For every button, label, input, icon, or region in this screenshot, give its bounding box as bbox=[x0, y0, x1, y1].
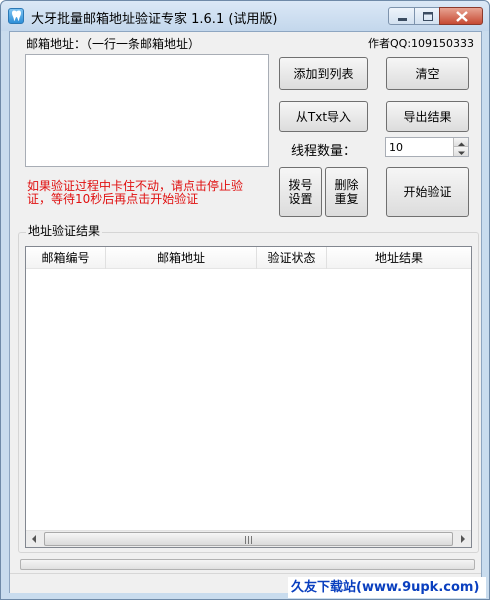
stepper-up-button[interactable] bbox=[453, 138, 468, 147]
clear-button[interactable]: 清空 bbox=[386, 57, 469, 90]
results-group-title: 地址验证结果 bbox=[26, 222, 103, 239]
main-panel: 邮箱地址：（一行一条邮箱地址） 作者QQ:109150333 添加到列表 清空 … bbox=[9, 31, 482, 593]
scrollbar-thumb[interactable] bbox=[44, 532, 453, 546]
add-to-list-button[interactable]: 添加到列表 bbox=[279, 57, 368, 90]
stepper-down-button[interactable] bbox=[453, 147, 468, 156]
dial-settings-label-1: 拨号 bbox=[288, 178, 313, 192]
maximize-button[interactable] bbox=[414, 7, 440, 25]
scroll-left-button[interactable] bbox=[26, 531, 43, 547]
remove-duplicates-label-2: 重复 bbox=[334, 192, 359, 206]
scroll-right-button[interactable] bbox=[454, 531, 471, 547]
author-qq-label: 作者QQ:109150333 bbox=[368, 37, 475, 50]
site-watermark: 久友下载站(www.9upk.com) bbox=[288, 577, 486, 598]
column-header-status[interactable]: 验证状态 bbox=[257, 247, 327, 269]
close-button[interactable] bbox=[439, 7, 483, 25]
minimize-button[interactable] bbox=[388, 7, 415, 25]
window-title: 大牙批量邮箱地址验证专家 1.6.1 (试用版) bbox=[31, 12, 278, 27]
email-list-textarea[interactable] bbox=[25, 54, 269, 167]
thread-count-value: 10 bbox=[389, 141, 403, 154]
column-header-email-address[interactable]: 邮箱地址 bbox=[106, 247, 257, 269]
app-tooth-icon bbox=[8, 8, 24, 24]
remove-duplicates-button[interactable]: 删除 重复 bbox=[325, 167, 368, 217]
chevron-down-icon bbox=[458, 151, 465, 155]
thread-count-stepper[interactable]: 10 bbox=[385, 137, 469, 157]
arrow-left-icon bbox=[32, 535, 36, 543]
app-window: 大牙批量邮箱地址验证专家 1.6.1 (试用版) 邮箱地址：（一行一条邮箱地址）… bbox=[0, 0, 490, 600]
column-header-result[interactable]: 地址结果 bbox=[327, 247, 471, 269]
hint-text-line2: 证，等待10秒后再点击开始验证 bbox=[27, 192, 199, 206]
results-list[interactable]: 邮箱编号 邮箱地址 验证状态 地址结果 bbox=[25, 246, 472, 548]
dial-settings-button[interactable]: 拨号 设置 bbox=[279, 167, 322, 217]
email-address-label: 邮箱地址：（一行一条邮箱地址） bbox=[26, 37, 201, 51]
column-header-email-id[interactable]: 邮箱编号 bbox=[26, 247, 106, 269]
maximize-icon bbox=[423, 12, 433, 21]
results-header: 邮箱编号 邮箱地址 验证状态 地址结果 bbox=[26, 247, 471, 269]
remove-duplicates-label-1: 删除 bbox=[334, 178, 359, 192]
progress-bar bbox=[20, 559, 475, 570]
import-txt-button[interactable]: 从Txt导入 bbox=[279, 101, 368, 132]
thread-count-label: 线程数量： bbox=[291, 144, 357, 159]
title-bar[interactable]: 大牙批量邮箱地址验证专家 1.6.1 (试用版) bbox=[1, 1, 489, 31]
close-icon bbox=[456, 11, 468, 22]
minimize-icon bbox=[398, 18, 407, 21]
grip-icon bbox=[245, 536, 252, 544]
arrow-right-icon bbox=[461, 535, 465, 543]
dial-settings-label-2: 设置 bbox=[288, 192, 313, 206]
export-results-button[interactable]: 导出结果 bbox=[386, 101, 469, 132]
start-verify-button[interactable]: 开始验证 bbox=[386, 167, 469, 217]
horizontal-scrollbar[interactable] bbox=[26, 530, 471, 547]
